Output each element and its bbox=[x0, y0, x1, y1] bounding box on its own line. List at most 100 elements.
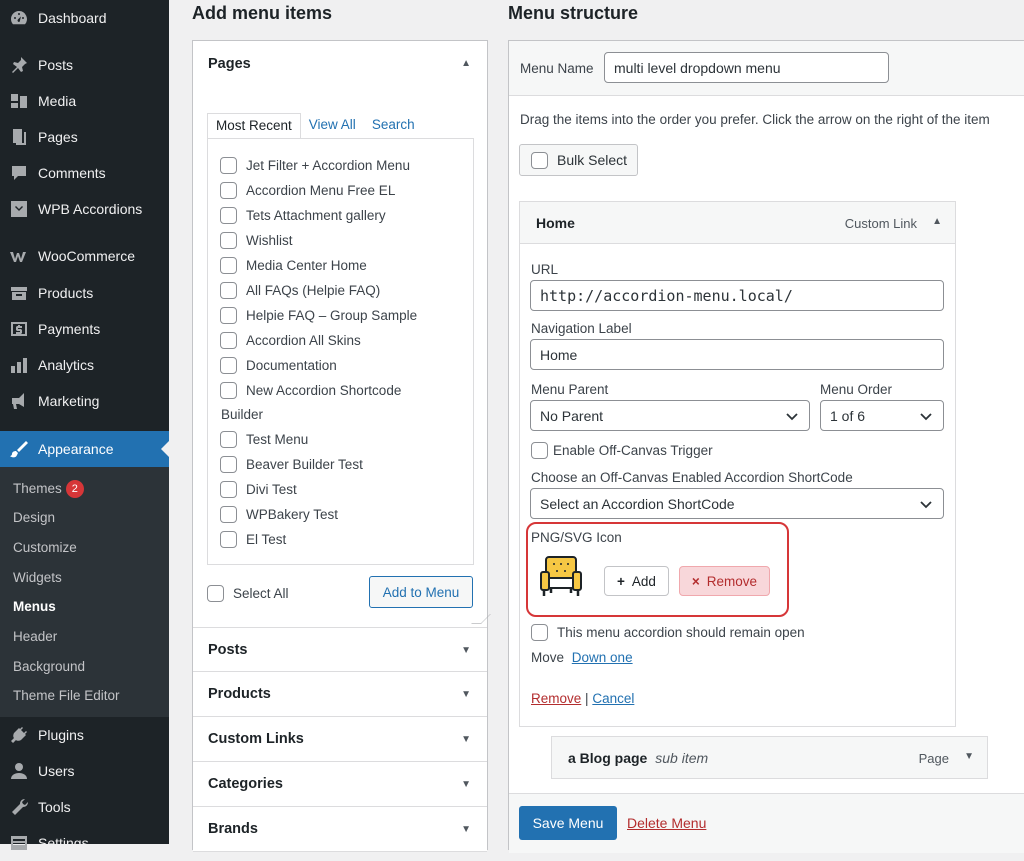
add-icon-button[interactable]: + Add bbox=[604, 566, 669, 596]
submenu-background[interactable]: Background bbox=[13, 659, 85, 674]
list-item[interactable]: New Accordion Shortcode bbox=[220, 382, 401, 399]
tab-most-recent[interactable]: Most Recent bbox=[207, 113, 301, 139]
list-item[interactable]: Documentation bbox=[220, 357, 337, 374]
posts-section-header[interactable]: Posts ▼ bbox=[193, 627, 487, 672]
list-item[interactable]: El Test bbox=[220, 531, 286, 548]
submenu-menus[interactable]: Menus bbox=[13, 599, 56, 614]
sidebar-item-posts[interactable]: Posts bbox=[0, 47, 169, 83]
checkbox[interactable] bbox=[220, 382, 237, 399]
sidebar-item-label: Plugins bbox=[38, 727, 84, 743]
sidebar-item-settings[interactable]: Settings bbox=[0, 825, 169, 861]
checkbox[interactable] bbox=[220, 456, 237, 473]
sidebar-item-tools[interactable]: Tools bbox=[0, 789, 169, 825]
checkbox[interactable] bbox=[220, 232, 237, 249]
select-all[interactable]: Select All bbox=[207, 585, 289, 602]
submenu-themes[interactable]: Themes 2 bbox=[13, 480, 84, 498]
shortcode-select[interactable]: Select an Accordion ShortCode bbox=[530, 488, 944, 519]
checkbox[interactable] bbox=[220, 481, 237, 498]
select-all-label: Select All bbox=[233, 586, 289, 601]
sidebar-item-plugins[interactable]: Plugins bbox=[0, 717, 169, 753]
menu-name-input[interactable]: multi level dropdown menu bbox=[604, 52, 889, 83]
sidebar-item-wpb-accordions[interactable]: WPB Accordions bbox=[0, 191, 169, 227]
url-input[interactable]: http://accordion-menu.local/ bbox=[530, 280, 944, 311]
menu-item-handle[interactable]: Home Custom Link ▲ bbox=[520, 202, 955, 244]
remove-icon-button[interactable]: × Remove bbox=[679, 566, 770, 596]
delete-menu-link[interactable]: Delete Menu bbox=[627, 815, 706, 831]
sidebar-item-pages[interactable]: Pages bbox=[0, 119, 169, 155]
menu-parent-select[interactable]: No Parent bbox=[530, 400, 810, 431]
brands-section-header[interactable]: Brands ▼ bbox=[193, 807, 487, 852]
move-down-one-link[interactable]: Down one bbox=[572, 650, 633, 665]
expand-arrow-icon: ▼ bbox=[461, 645, 471, 656]
menu-order-select[interactable]: 1 of 6 bbox=[820, 400, 944, 431]
categories-section-header[interactable]: Categories ▼ bbox=[193, 762, 487, 807]
sidebar-item-appearance[interactable]: Appearance bbox=[0, 431, 169, 467]
sidebar-item-marketing[interactable]: Marketing bbox=[0, 383, 169, 419]
checkbox[interactable] bbox=[207, 585, 224, 602]
tab-search[interactable]: Search bbox=[364, 113, 423, 139]
submenu-customize[interactable]: Customize bbox=[13, 540, 77, 555]
sidebar-item-woocommerce[interactable]: WooCommerce bbox=[0, 238, 169, 274]
checkbox[interactable] bbox=[220, 531, 237, 548]
navigation-label-input[interactable]: Home bbox=[530, 339, 944, 370]
item-label: Helpie FAQ – Group Sample bbox=[246, 308, 418, 323]
sidebar-item-products[interactable]: Products bbox=[0, 275, 169, 311]
chevron-down-icon bbox=[920, 413, 932, 421]
offcanvas-trigger-checkbox[interactable]: Enable Off-Canvas Trigger bbox=[531, 442, 713, 459]
checkbox[interactable] bbox=[220, 332, 237, 349]
sidebar-item-users[interactable]: Users bbox=[0, 753, 169, 789]
submenu-theme-file-editor[interactable]: Theme File Editor bbox=[13, 688, 120, 703]
list-item[interactable]: Accordion All Skins bbox=[220, 332, 361, 349]
list-item[interactable]: Divi Test bbox=[220, 481, 297, 498]
list-item[interactable]: Tets Attachment gallery bbox=[220, 207, 386, 224]
resize-handle[interactable] bbox=[471, 614, 491, 624]
checkbox[interactable] bbox=[220, 506, 237, 523]
list-item[interactable]: Wishlist bbox=[220, 232, 293, 249]
sidebar-item-payments[interactable]: Payments bbox=[0, 311, 169, 347]
checkbox[interactable] bbox=[220, 357, 237, 374]
cancel-link[interactable]: Cancel bbox=[592, 691, 634, 706]
list-item[interactable]: Accordion Menu Free EL bbox=[220, 182, 395, 199]
checkbox[interactable] bbox=[220, 282, 237, 299]
remove-item-link[interactable]: Remove bbox=[531, 691, 581, 706]
checkbox[interactable] bbox=[220, 431, 237, 448]
submenu-header[interactable]: Header bbox=[13, 629, 57, 644]
bulk-select-button[interactable]: Bulk Select bbox=[519, 144, 638, 176]
expand-arrow-icon[interactable]: ▼ bbox=[964, 751, 974, 762]
list-item[interactable]: Helpie FAQ – Group Sample bbox=[220, 307, 417, 324]
save-menu-button[interactable]: Save Menu bbox=[519, 806, 617, 840]
submenu-widgets[interactable]: Widgets bbox=[13, 570, 62, 585]
collapse-arrow-icon[interactable]: ▲ bbox=[932, 216, 942, 227]
sidebar-item-dashboard[interactable]: Dashboard bbox=[0, 0, 169, 36]
icon-highlight-box: PNG/SVG Icon + Add × Remove bbox=[526, 522, 789, 617]
products-section-header[interactable]: Products ▼ bbox=[193, 672, 487, 717]
list-item[interactable]: WPBakery Test bbox=[220, 506, 338, 523]
list-item[interactable]: All FAQs (Helpie FAQ) bbox=[220, 282, 380, 299]
admin-sidebar: Dashboard Posts Media Pages Comments WPB… bbox=[0, 0, 169, 851]
checkbox[interactable] bbox=[220, 307, 237, 324]
pages-section-header[interactable]: Pages ▲ bbox=[193, 41, 487, 86]
sidebar-item-label: Settings bbox=[38, 835, 89, 851]
sidebar-item-comments[interactable]: Comments bbox=[0, 155, 169, 191]
list-item[interactable]: Media Center Home bbox=[220, 257, 367, 274]
list-item[interactable]: Beaver Builder Test bbox=[220, 456, 363, 473]
checkbox[interactable] bbox=[220, 257, 237, 274]
checkbox[interactable] bbox=[220, 157, 237, 174]
expand-arrow-icon: ▼ bbox=[461, 734, 471, 745]
remain-open-checkbox[interactable]: This menu accordion should remain open bbox=[531, 624, 805, 641]
list-item[interactable]: Test Menu bbox=[220, 431, 308, 448]
add-to-menu-button[interactable]: Add to Menu bbox=[369, 576, 473, 608]
sidebar-item-media[interactable]: Media bbox=[0, 83, 169, 119]
checkbox[interactable] bbox=[531, 151, 548, 169]
list-item[interactable]: Jet Filter + Accordion Menu bbox=[220, 157, 410, 174]
tab-view-all[interactable]: View All bbox=[301, 113, 364, 139]
submenu-design[interactable]: Design bbox=[13, 510, 55, 525]
checkbox[interactable] bbox=[220, 207, 237, 224]
checkbox[interactable] bbox=[220, 182, 237, 199]
item-label: WPBakery Test bbox=[246, 507, 339, 522]
sidebar-item-analytics[interactable]: Analytics bbox=[0, 347, 169, 383]
checkbox[interactable] bbox=[531, 624, 548, 641]
custom-links-section-header[interactable]: Custom Links ▼ bbox=[193, 717, 487, 762]
menu-item-blog-page[interactable]: a Blog page sub item Page ▼ bbox=[551, 736, 988, 779]
checkbox[interactable] bbox=[531, 442, 548, 459]
